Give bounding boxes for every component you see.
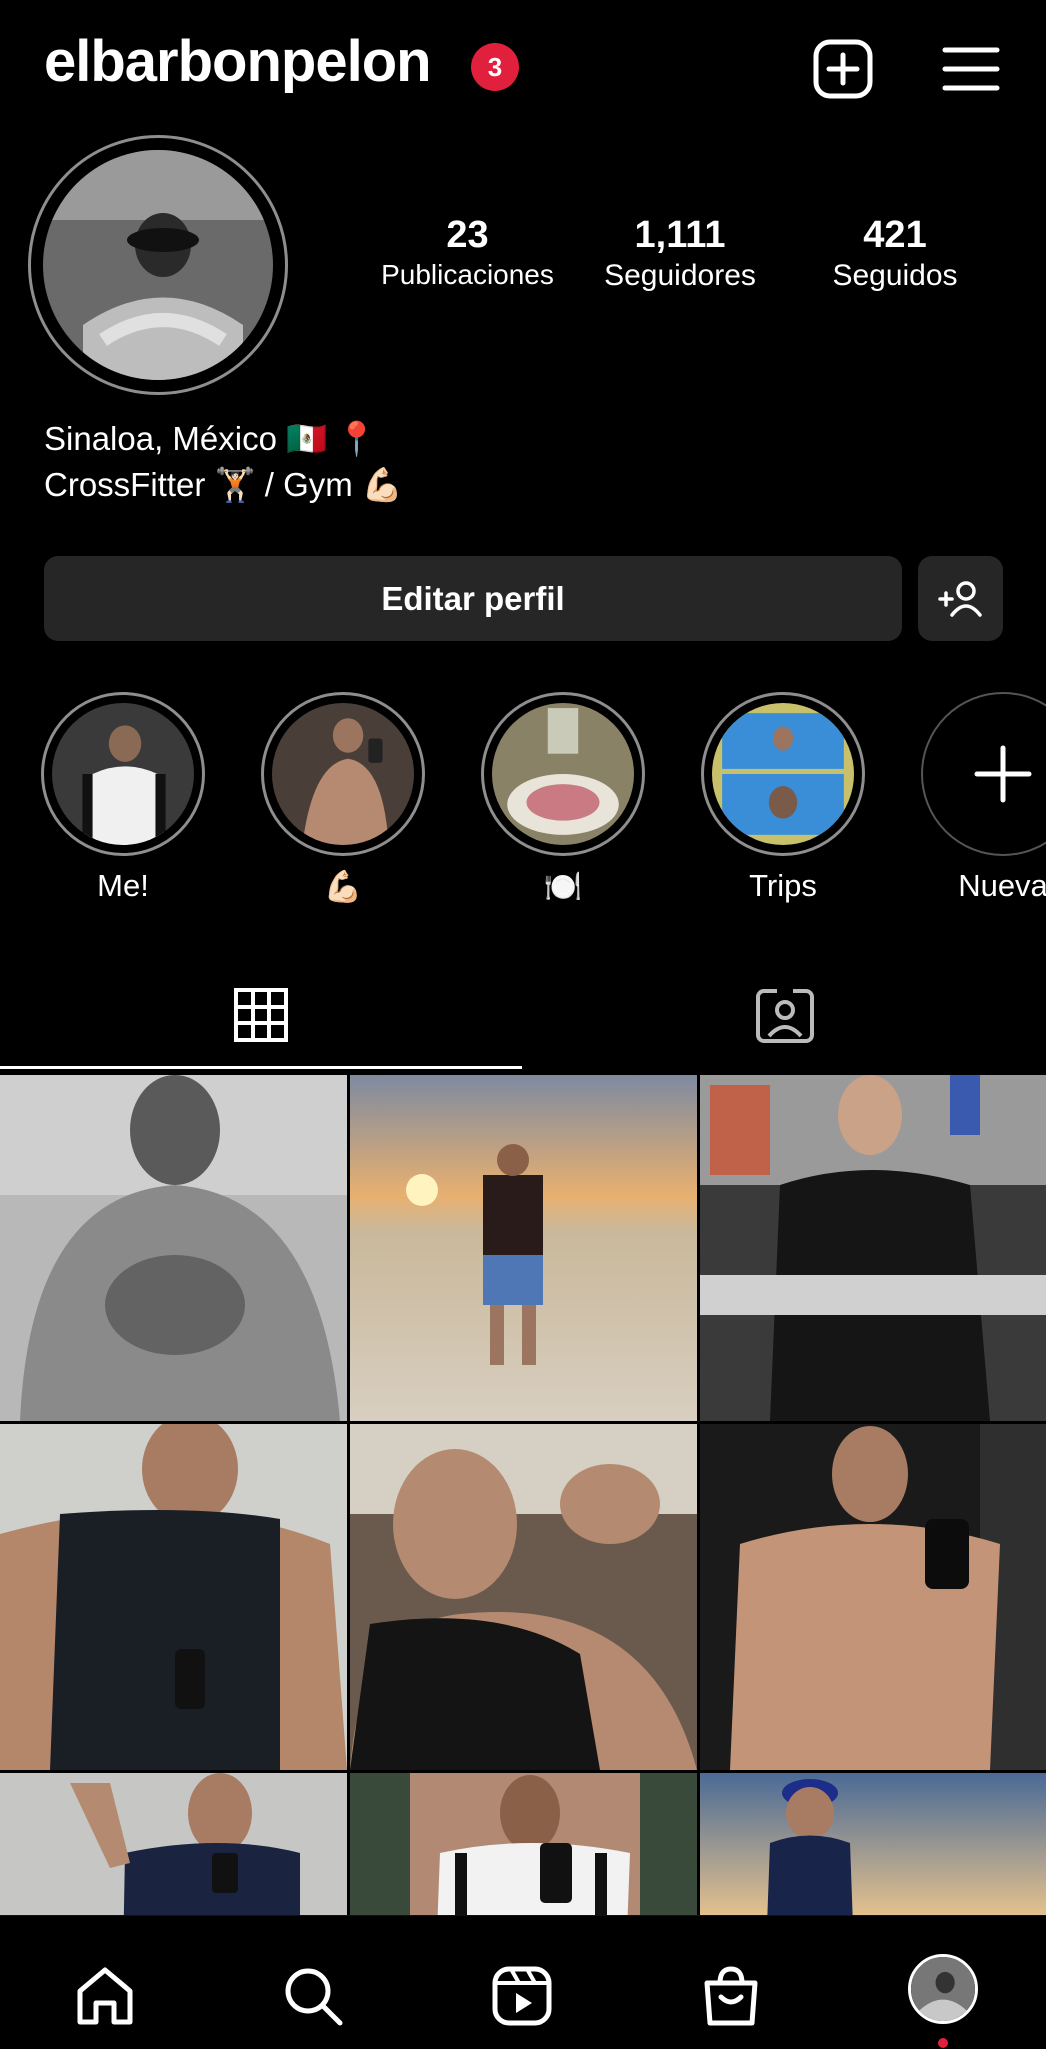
notification-badge[interactable]: 3 <box>471 43 519 91</box>
nav-search[interactable] <box>268 1951 358 2041</box>
stat-following[interactable]: 421 Seguidos <box>800 214 990 293</box>
nav-reels[interactable] <box>477 1951 567 2041</box>
add-person-icon <box>937 580 982 617</box>
highlight-label: 💪🏻 <box>323 869 363 904</box>
bottom-navigation <box>0 1915 1046 2049</box>
tab-tagged[interactable] <box>524 970 1046 1060</box>
tagged-icon <box>756 988 814 1043</box>
tab-posts-grid[interactable] <box>0 970 522 1060</box>
profile-avatar[interactable] <box>28 135 288 395</box>
post-thumbnail[interactable] <box>0 1075 347 1421</box>
highlight-cover-image <box>492 703 634 845</box>
nav-profile-activity-dot <box>938 2038 948 2048</box>
profile-username[interactable]: elbarbonpelon <box>44 28 432 95</box>
post-thumbnail[interactable] <box>350 1773 697 1915</box>
highlight-me[interactable]: Me! <box>38 692 208 904</box>
plus-icon <box>974 745 1032 803</box>
stat-followers-value: 1,111 <box>634 214 726 256</box>
shop-icon <box>704 1966 758 2026</box>
search-icon <box>285 1968 343 2026</box>
profile-photo <box>43 150 273 380</box>
menu-button[interactable] <box>940 38 1002 100</box>
highlight-cover-image <box>712 703 854 845</box>
nav-home[interactable] <box>60 1951 150 2041</box>
stat-following-value: 421 <box>863 214 927 256</box>
profile-avatar-icon <box>908 1954 978 2024</box>
highlight-cover-image <box>272 703 414 845</box>
stat-followers-label: Seguidores <box>604 259 756 292</box>
home-icon <box>77 1967 133 2025</box>
highlight-label: Trips <box>749 868 817 903</box>
highlight-muscle[interactable]: 💪🏻 <box>258 692 428 905</box>
highlight-food[interactable]: 🍽️ <box>478 692 648 905</box>
stat-posts-label: Publicaciones <box>381 259 554 290</box>
stat-followers[interactable]: 1,111 Seguidores <box>575 214 785 293</box>
plus-square-icon <box>813 39 873 99</box>
post-thumbnail[interactable] <box>350 1075 697 1421</box>
nav-profile[interactable] <box>898 1944 988 2034</box>
stat-posts[interactable]: 23 Publicaciones <box>355 214 580 291</box>
posts-grid <box>0 1075 1046 1915</box>
post-thumbnail[interactable] <box>700 1424 1046 1770</box>
bio-description: CrossFitter 🏋🏻 / Gym 💪🏻 <box>44 466 404 503</box>
post-thumbnail[interactable] <box>700 1075 1046 1421</box>
post-thumbnail[interactable] <box>0 1773 347 1915</box>
highlight-label: Nueva <box>958 868 1046 903</box>
highlight-trips[interactable]: Trips <box>698 692 868 904</box>
highlight-new[interactable]: Nueva <box>918 692 1046 904</box>
new-post-button[interactable] <box>810 36 876 102</box>
discover-people-button[interactable] <box>918 556 1003 641</box>
post-thumbnail[interactable] <box>350 1424 697 1770</box>
post-thumbnail[interactable] <box>700 1773 1046 1915</box>
hamburger-menu-icon <box>942 47 1000 91</box>
highlight-label: 🍽️ <box>543 869 583 904</box>
reels-icon <box>492 1966 552 2026</box>
bio-location: Sinaloa, México 🇲🇽 📍 <box>44 420 378 457</box>
post-thumbnail[interactable] <box>0 1424 347 1770</box>
edit-profile-button[interactable]: Editar perfil <box>44 556 902 641</box>
nav-shop[interactable] <box>686 1951 776 2041</box>
grid-icon <box>234 988 288 1042</box>
active-tab-indicator <box>0 1066 522 1069</box>
highlight-label: Me! <box>97 868 149 903</box>
stat-posts-value: 23 <box>446 214 489 256</box>
stat-following-label: Seguidos <box>832 259 958 292</box>
highlight-cover-image <box>52 703 194 845</box>
